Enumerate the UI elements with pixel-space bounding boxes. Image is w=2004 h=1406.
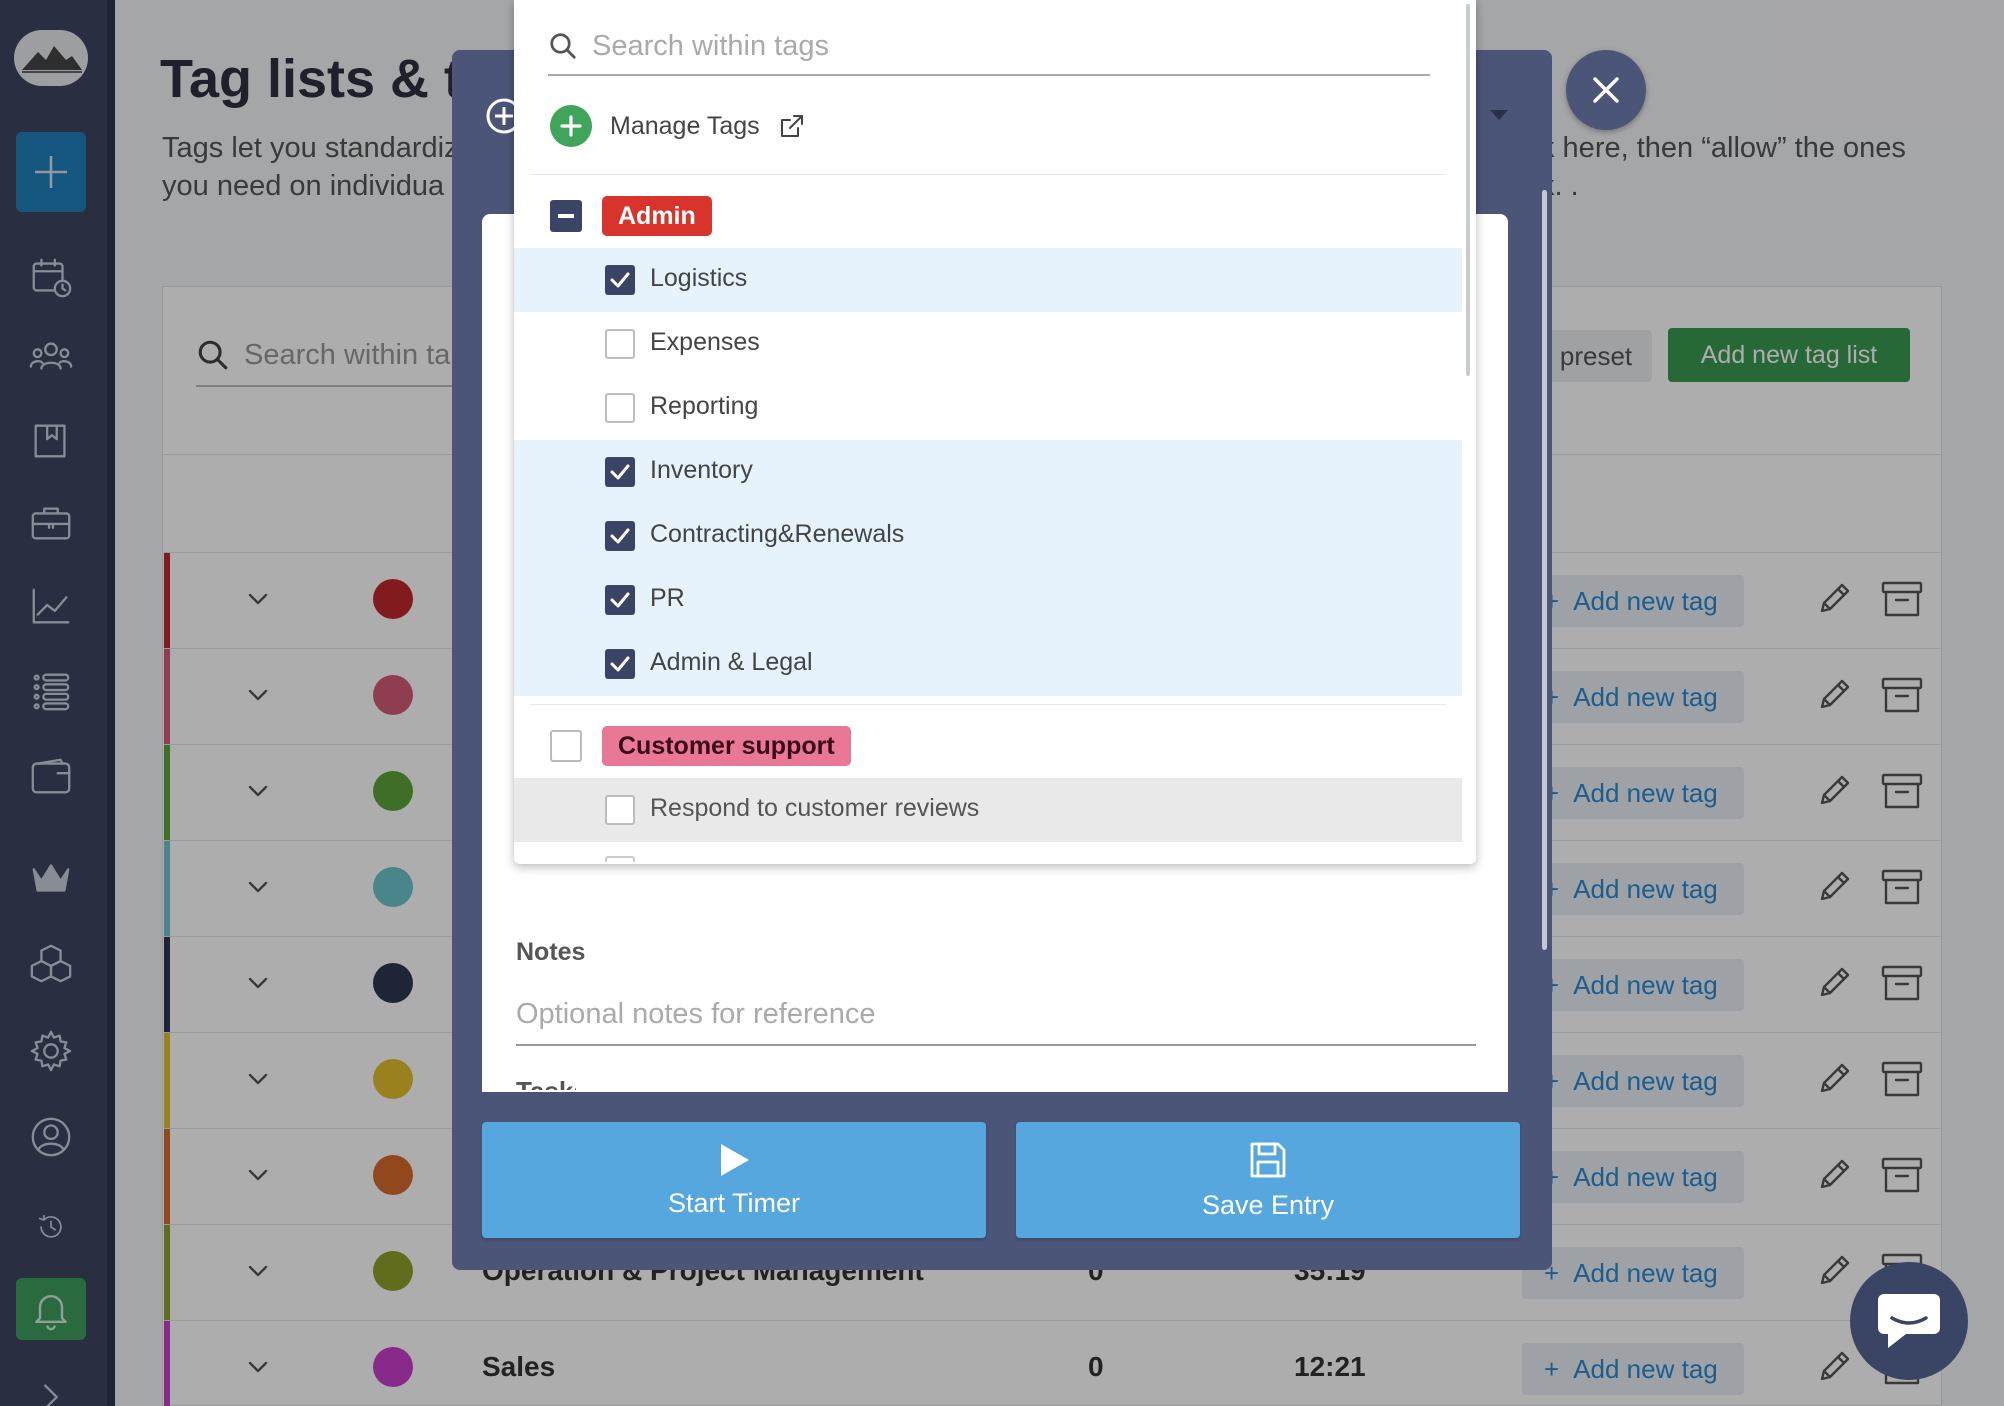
start-timer-button[interactable]: Start Timer — [482, 1122, 986, 1238]
tag-option-row[interactable]: Logistics — [514, 248, 1462, 312]
tag-option-label: Admin & Legal — [650, 648, 813, 676]
manage-tags-link[interactable]: Manage Tags — [550, 104, 806, 148]
tag-checkbox[interactable] — [605, 585, 635, 615]
tag-group-badge: Customer support — [602, 726, 851, 766]
tag-checkbox[interactable] — [605, 795, 635, 825]
tag-option-row[interactable]: Respond to customer reviews — [514, 778, 1462, 842]
search-icon — [550, 33, 576, 59]
play-icon — [721, 1143, 749, 1176]
save-entry-button[interactable]: Save Entry — [1016, 1122, 1520, 1238]
modal-scrollbar[interactable] — [1542, 190, 1547, 950]
tag-option-label: Inventory — [650, 456, 753, 484]
tag-search-input[interactable] — [592, 29, 1412, 63]
manage-tags-label: Manage Tags — [610, 111, 760, 140]
chat-bubble-icon — [1878, 1294, 1940, 1348]
save-icon — [1250, 1142, 1286, 1177]
tag-checkbox[interactable] — [605, 393, 635, 423]
tag-checkbox[interactable] — [605, 329, 635, 359]
clipped-field-label: Tasks — [516, 1076, 576, 1090]
group-checkbox[interactable] — [550, 730, 582, 762]
tag-option-row[interactable]: Expenses — [514, 312, 1462, 376]
notes-label: Notes — [516, 938, 586, 966]
save-entry-label: Save Entry — [1201, 1189, 1335, 1220]
close-modal-button[interactable] — [1566, 50, 1646, 130]
tag-option-row[interactable]: Admin & Legal — [514, 632, 1462, 696]
tag-option-row[interactable]: PR — [514, 568, 1462, 632]
tag-search-field[interactable] — [548, 18, 1430, 76]
tag-option-row[interactable]: Reporting — [514, 376, 1462, 440]
tag-option-label: Expenses — [650, 328, 760, 356]
caret-down-icon[interactable] — [1490, 110, 1508, 120]
tag-checkbox[interactable] — [605, 265, 635, 295]
dropdown-divider — [530, 174, 1446, 175]
tag-option-row[interactable]: Inventory — [514, 440, 1462, 504]
tag-option-label: PR — [650, 584, 685, 612]
start-timer-label: Start Timer — [667, 1187, 801, 1218]
tag-option-label: Respond to customer reviews — [650, 794, 980, 822]
tag-option-row[interactable]: Contracting&Renewals — [514, 504, 1462, 568]
notes-input[interactable] — [516, 984, 1476, 1046]
tag-option-label: Reporting — [650, 392, 759, 420]
add-circle-icon — [550, 105, 592, 147]
tag-group-row[interactable]: Customer support — [514, 714, 1462, 778]
tag-checkbox[interactable] — [605, 521, 635, 551]
tag-checkbox[interactable] — [605, 457, 635, 487]
external-link-icon — [780, 115, 803, 137]
close-icon — [1593, 77, 1619, 103]
dropdown-divider — [530, 704, 1446, 705]
chat-support-button[interactable] — [1850, 1262, 1968, 1380]
group-checkbox[interactable] — [550, 200, 582, 232]
tag-group-row[interactable]: Admin — [514, 184, 1462, 248]
tag-option-label: Logistics — [650, 264, 748, 292]
tag-option-label: Contracting&Renewals — [650, 520, 905, 548]
tag-checkbox[interactable] — [605, 649, 635, 679]
clipped-tag-checkbox — [605, 856, 635, 862]
dropdown-scrollbar[interactable] — [1466, 4, 1470, 376]
tag-group-badge: Admin — [602, 196, 712, 236]
